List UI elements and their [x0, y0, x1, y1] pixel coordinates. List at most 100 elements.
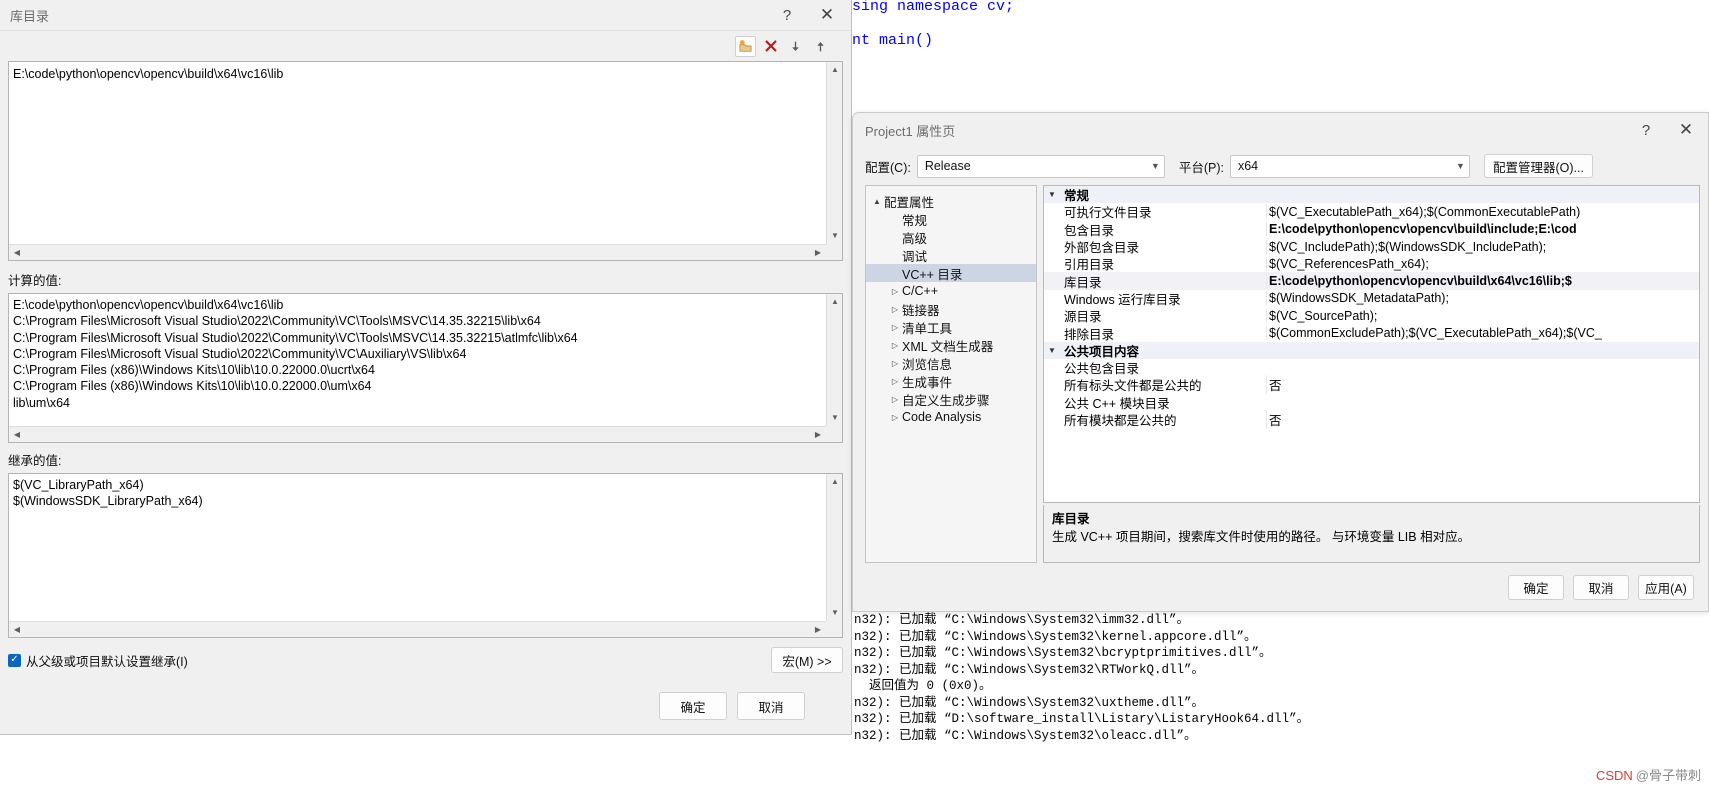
- library-ok-button[interactable]: 确定: [659, 692, 727, 720]
- inherited-vertical-scrollbar[interactable]: ▲ ▼: [826, 474, 842, 621]
- scroll-up-icon[interactable]: ▲: [827, 294, 843, 310]
- property-row[interactable]: 可执行文件目录 $(VC_ExecutablePath_x64);$(Common…: [1044, 203, 1699, 220]
- property-row[interactable]: 公共包含目录: [1044, 359, 1699, 376]
- help-icon[interactable]: ?: [767, 1, 807, 30]
- property-row[interactable]: 包含目录 E:\code\python\opencv\opencv\build\i…: [1044, 221, 1699, 238]
- collapsed-triangle-icon[interactable]: ▷: [888, 341, 902, 350]
- close-icon[interactable]: ✕: [1666, 116, 1706, 145]
- collapsed-triangle-icon[interactable]: ▷: [888, 377, 902, 386]
- scroll-down-icon[interactable]: ▼: [827, 605, 843, 621]
- property-row[interactable]: 所有标头文件都是公共的 否: [1044, 375, 1699, 395]
- property-value[interactable]: 否: [1266, 375, 1699, 395]
- library-cancel-button[interactable]: 取消: [737, 692, 805, 720]
- property-group-row[interactable]: ▼ 常规: [1044, 186, 1699, 204]
- tree-item[interactable]: VC++ 目录: [866, 264, 1036, 282]
- inherited-values-text: $(VC_LibraryPath_x64) $(WindowsSDK_Libra…: [13, 478, 203, 508]
- tree-item[interactable]: 高级: [866, 228, 1036, 246]
- computed-horizontal-scrollbar[interactable]: ◀ ▶: [9, 426, 826, 442]
- scroll-up-icon[interactable]: ▲: [827, 474, 843, 490]
- collapsed-triangle-icon[interactable]: ▷: [888, 323, 902, 332]
- inherit-checkbox-label[interactable]: 从父级或项目默认设置继承(I): [26, 651, 188, 670]
- collapsed-triangle-icon[interactable]: ▷: [888, 305, 902, 314]
- editor-horizontal-scrollbar[interactable]: ◀ ▶: [9, 244, 826, 260]
- debug-output-console[interactable]: n32): 已加载 “C:\Windows\System32\imm32.dll…: [852, 612, 1709, 790]
- property-row[interactable]: 引用目录 $(VC_ReferencesPath_x64);: [1044, 255, 1699, 272]
- property-group-row[interactable]: ▼ 公共项目内容: [1044, 341, 1699, 359]
- scroll-up-icon[interactable]: ▲: [827, 62, 843, 78]
- collapsed-triangle-icon[interactable]: ▷: [888, 359, 902, 368]
- tree-item[interactable]: ▷ 链接器: [866, 300, 1036, 318]
- tree-item[interactable]: ▷ 浏览信息: [866, 354, 1036, 372]
- property-value[interactable]: 否: [1266, 410, 1699, 430]
- property-row[interactable]: 排除目录 $(CommonExcludePath);$(VC_Executable…: [1044, 324, 1699, 342]
- library-path-value[interactable]: E:\code\python\opencv\opencv\build\x64\v…: [13, 66, 824, 83]
- tree-item-label: 配置属性: [884, 195, 935, 210]
- property-row[interactable]: 所有模块都是公共的 否: [1044, 410, 1699, 430]
- code-line-3: nt main(): [852, 32, 933, 49]
- property-value[interactable]: $(CommonExcludePath);$(VC_ExecutablePath…: [1266, 326, 1699, 341]
- delete-icon[interactable]: [760, 36, 781, 57]
- platform-select[interactable]: x64 ▼: [1229, 154, 1470, 178]
- scroll-down-icon[interactable]: ▼: [827, 228, 843, 244]
- inherit-checkbox[interactable]: ✓: [8, 653, 21, 667]
- scroll-left-icon[interactable]: ◀: [9, 622, 25, 638]
- property-value[interactable]: E:\code\python\opencv\opencv\build\inclu…: [1266, 222, 1699, 237]
- collapsed-triangle-icon[interactable]: ▷: [888, 395, 902, 404]
- scroll-right-icon[interactable]: ▶: [810, 427, 826, 443]
- scroll-left-icon[interactable]: ◀: [9, 245, 25, 261]
- property-value[interactable]: $(WindowsSDK_MetadataPath);: [1266, 291, 1699, 306]
- scroll-right-icon[interactable]: ▶: [810, 245, 826, 261]
- tree-item[interactable]: 常规: [866, 210, 1036, 228]
- tree-item-label: 浏览信息: [902, 357, 953, 372]
- expanded-triangle-icon[interactable]: ▲: [870, 197, 884, 206]
- macro-button[interactable]: 宏(M) >>: [771, 647, 843, 673]
- property-value[interactable]: $(VC_SourcePath);: [1266, 308, 1699, 323]
- property-grid[interactable]: ▼ 常规 可执行文件目录 $(VC_ExecutablePath_x64);$(Com…: [1043, 185, 1700, 503]
- inherited-horizontal-scrollbar[interactable]: ◀ ▶: [9, 621, 826, 637]
- help-icon[interactable]: ?: [1626, 116, 1666, 145]
- property-cancel-button[interactable]: 取消: [1573, 574, 1629, 600]
- new-line-icon[interactable]: [735, 35, 756, 57]
- property-value[interactable]: E:\code\python\opencv\opencv\build\x64\v…: [1266, 274, 1699, 289]
- library-path-editor[interactable]: E:\code\python\opencv\opencv\build\x64\v…: [8, 61, 843, 261]
- scroll-left-icon[interactable]: ◀: [9, 427, 25, 443]
- configuration-select[interactable]: Release ▼: [916, 154, 1165, 178]
- scroll-right-icon[interactable]: ▶: [810, 622, 826, 638]
- description-title: 库目录: [1052, 512, 1090, 526]
- property-value[interactable]: $(VC_ReferencesPath_x64);: [1266, 256, 1699, 271]
- property-row[interactable]: 源目录 $(VC_SourcePath);: [1044, 307, 1699, 324]
- property-dialog-title: Project1 属性页: [865, 123, 956, 139]
- property-ok-button[interactable]: 确定: [1508, 574, 1564, 600]
- inherited-values-box[interactable]: $(VC_LibraryPath_x64) $(WindowsSDK_Libra…: [8, 473, 843, 638]
- close-icon[interactable]: ✕: [807, 1, 847, 30]
- move-down-icon[interactable]: [785, 36, 806, 57]
- tree-item[interactable]: ▷ XML 文档生成器: [866, 336, 1036, 354]
- property-row[interactable]: 外部包含目录 $(VC_IncludePath);$(WindowsSDK_Inc…: [1044, 238, 1699, 255]
- tree-item[interactable]: ▷ 生成事件: [866, 372, 1036, 390]
- property-value[interactable]: $(VC_ExecutablePath_x64);$(CommonExecuta…: [1266, 204, 1699, 219]
- chevron-down-icon[interactable]: ▼: [1044, 190, 1060, 199]
- computed-values-box[interactable]: E:\code\python\opencv\opencv\build\x64\v…: [8, 293, 843, 443]
- tree-item[interactable]: ▲ 配置属性: [866, 192, 1036, 210]
- tree-item-label: 高级: [902, 231, 928, 246]
- computed-vertical-scrollbar[interactable]: ▲ ▼: [826, 294, 842, 426]
- scrollbar-corner: [826, 426, 842, 442]
- property-value[interactable]: $(VC_IncludePath);$(WindowsSDK_IncludePa…: [1266, 239, 1699, 254]
- editor-vertical-scrollbar[interactable]: ▲ ▼: [826, 62, 842, 244]
- property-apply-button[interactable]: 应用(A): [1638, 574, 1694, 600]
- property-row[interactable]: 库目录 E:\code\python\opencv\opencv\build\x6…: [1044, 272, 1699, 290]
- tree-item[interactable]: 调试: [866, 246, 1036, 264]
- move-up-icon[interactable]: [810, 36, 831, 57]
- collapsed-triangle-icon[interactable]: ▷: [888, 287, 902, 296]
- tree-item[interactable]: ▷ Code Analysis: [866, 408, 1036, 426]
- chevron-down-icon[interactable]: ▼: [1044, 346, 1060, 355]
- property-row[interactable]: Windows 运行库目录 $(WindowsSDK_MetadataPath);: [1044, 290, 1699, 307]
- tree-item[interactable]: ▷ C/C++: [866, 282, 1036, 300]
- tree-item[interactable]: ▷ 自定义生成步骤: [866, 390, 1036, 408]
- property-row[interactable]: 公共 C++ 模块目录: [1044, 394, 1699, 411]
- property-category-tree[interactable]: ▲ 配置属性 常规高级 调试 VC++ 目录 ▷ C/C++ ▷ 链接器 ▷ 清单工具 ▷ XML 文档…: [865, 185, 1037, 563]
- tree-item[interactable]: ▷ 清单工具: [866, 318, 1036, 336]
- scroll-down-icon[interactable]: ▼: [827, 410, 843, 426]
- collapsed-triangle-icon[interactable]: ▷: [888, 413, 902, 422]
- configuration-manager-button[interactable]: 配置管理器(O)...: [1483, 154, 1593, 178]
